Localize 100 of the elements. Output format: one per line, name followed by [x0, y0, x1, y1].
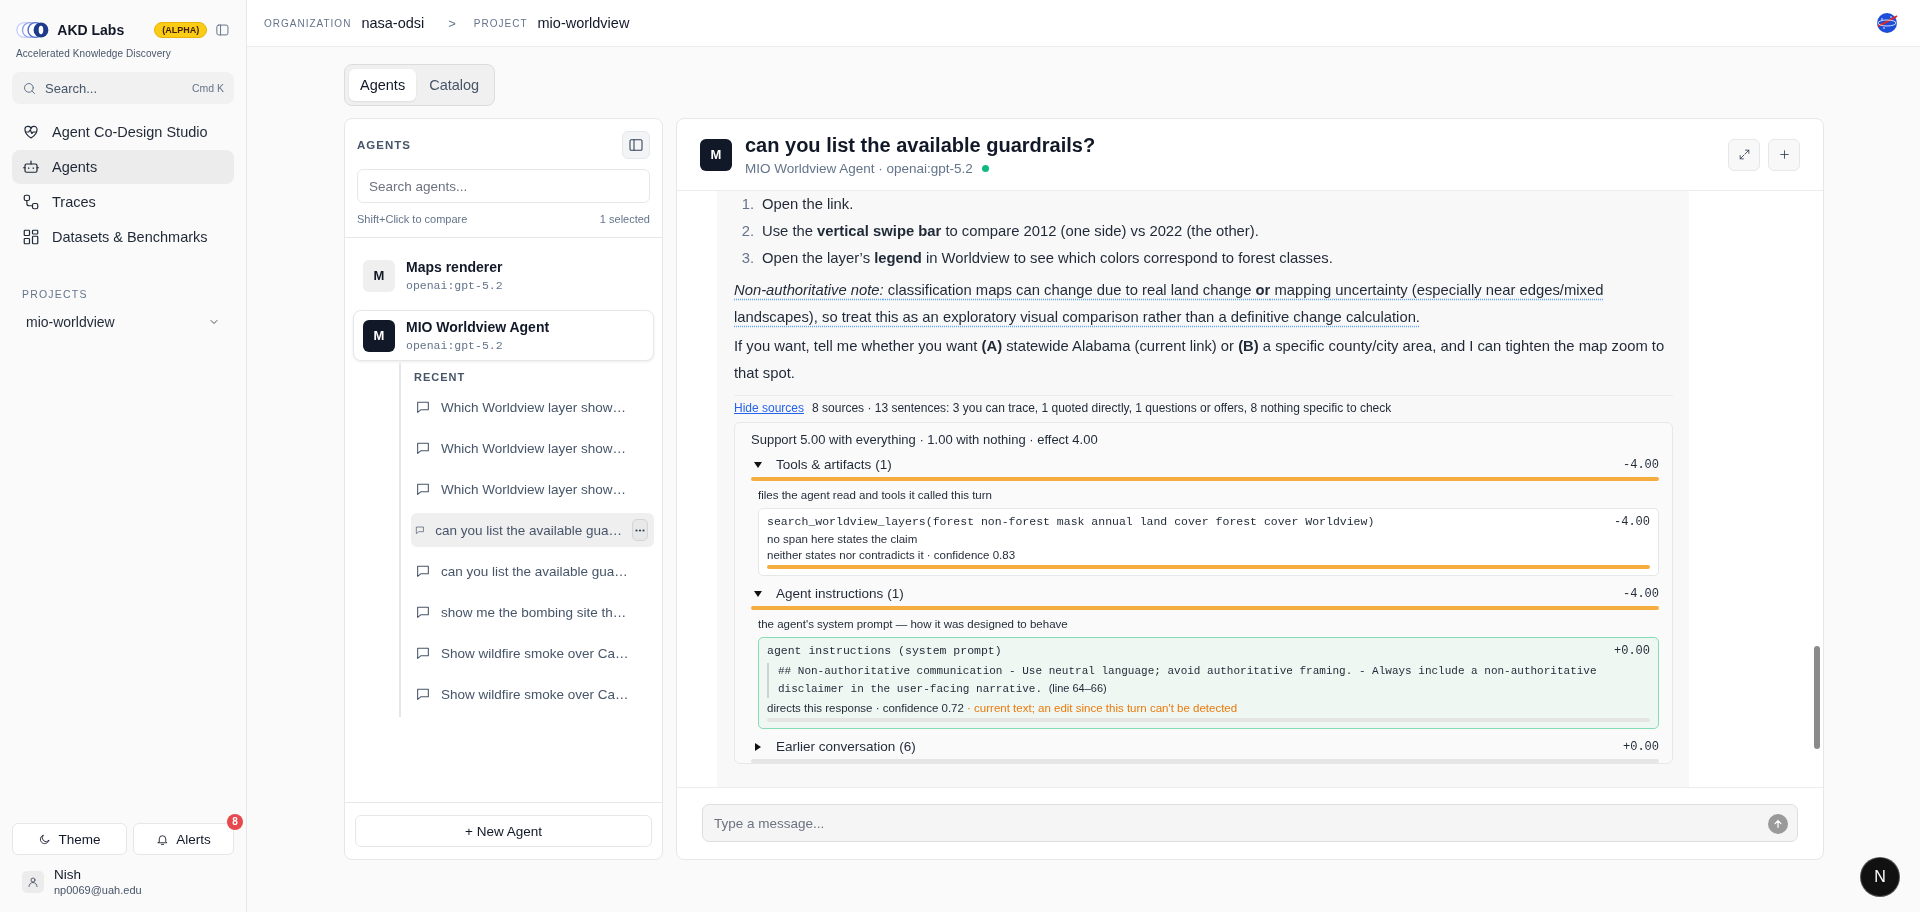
sidebar-panel-icon — [628, 137, 644, 153]
group-count: (6) — [899, 739, 916, 754]
search-field[interactable]: Search agents... — [357, 169, 650, 203]
moon-icon — [38, 832, 52, 846]
conversation-item[interactable]: Show wildfire smoke over Ca… — [411, 636, 654, 670]
agent-card[interactable]: M MIO Worldview Agent openai:gpt-5.2 — [353, 310, 654, 361]
section-heading: RECENT — [414, 371, 467, 383]
bell-icon — [156, 832, 170, 846]
brand-tagline: Accelerated Knowledge Discovery — [15, 47, 172, 59]
message-input[interactable]: Type a message... — [702, 804, 1798, 842]
caret-icon[interactable] — [754, 460, 762, 469]
group-title[interactable]: Agent instructions — [776, 586, 884, 601]
nav-item[interactable]: Agents — [12, 150, 234, 184]
score: -4.00 — [1614, 515, 1650, 529]
chat-bubble-icon — [415, 604, 431, 620]
section-heading: PROJECTS — [22, 288, 89, 300]
conversation-subtitle: MIO Worldview Agent · openai:gpt-5.2 — [745, 160, 973, 176]
user-avatar — [22, 870, 44, 893]
source-signature: agent instructions (system prompt) — [767, 644, 1002, 658]
group-title[interactable]: Tools & artifacts — [776, 457, 872, 472]
score: -4.00 — [1623, 457, 1659, 472]
agent-name: MIO Worldview Agent — [406, 319, 550, 335]
group-title[interactable]: Earlier conversation — [776, 739, 896, 754]
conversation-item[interactable]: can you list the available gua… — [411, 513, 654, 547]
theme-button[interactable]: Theme — [12, 823, 127, 855]
conversation-item[interactable]: Which Worldview layer show… — [411, 472, 654, 506]
agent-name: Maps renderer — [406, 259, 503, 275]
list-number: 3. — [740, 249, 754, 268]
hide-sources-link[interactable]: Hide sources — [734, 401, 805, 415]
chat-bubble-icon — [415, 399, 431, 415]
agent-card[interactable]: M Maps renderer openai:gpt-5.2 — [353, 250, 654, 301]
conversation-item[interactable]: Which Worldview layer show… — [411, 390, 654, 424]
note-text: Non-authoritative note: classification maps can change due to real land change or mapping uncertainty (especially near edges/mixed landscapes), so treat this as an exploratory visual comparison rather than a definitive change calculation. — [734, 282, 1604, 325]
sidebar-toggle-icon[interactable] — [215, 22, 230, 38]
conversation-title: can you list the available guardrails? — [745, 133, 1096, 157]
user-email: np0069@uah.edu — [54, 884, 142, 896]
chat-bubble-icon — [415, 686, 431, 702]
group-description: files the agent read and tools it called this turn — [758, 489, 993, 501]
dev-badge[interactable]: N — [1861, 858, 1899, 896]
grid-icon — [22, 228, 40, 246]
new-agent-button[interactable]: + New Agent — [355, 815, 652, 847]
list-text: Use the vertical swipe bar to compare 2012 (one side) vs 2022 (the other). — [762, 222, 1259, 241]
agent-model: openai:gpt-5.2 — [406, 279, 503, 292]
more-icon[interactable] — [632, 519, 648, 541]
arrow-up-icon — [1773, 819, 1783, 829]
sources-summary: 8 sources · 13 sentences: 3 you can trace, 1 quoted directly, 1 questions or offers, 8 nothing specific to check — [812, 401, 1392, 415]
nav-item[interactable]: Traces — [12, 185, 234, 219]
score: +0.00 — [1623, 739, 1659, 754]
search-icon — [22, 81, 37, 96]
breadcrumb-separator: > — [448, 15, 456, 31]
caret-icon[interactable] — [754, 589, 762, 598]
source-detail: directs this response · confidence 0.72 — [767, 702, 964, 714]
brand-name: AKD Labs — [57, 22, 125, 38]
expand-icon — [1737, 148, 1751, 161]
emblem-icon — [1876, 12, 1898, 34]
conversation-item[interactable]: Which Worldview layer show… — [411, 431, 654, 465]
breadcrumb-label: PROJECT — [473, 17, 528, 29]
alpha-badge: (ALPHA) — [154, 22, 208, 38]
breadcrumb-label: ORGANIZATION — [264, 17, 352, 29]
conversation-item[interactable]: can you list the available gua… — [411, 554, 654, 588]
source-detail: neither states nor contradicts it · confidence 0.83 — [767, 549, 1017, 561]
project-selector[interactable]: mio-worldview — [12, 306, 234, 338]
heart-pulse-icon — [22, 123, 40, 141]
shortcut-hint: Cmd K — [191, 82, 224, 94]
compare-hint: Shift+Click to compare — [357, 213, 468, 225]
conversation-item[interactable]: Show wildfire smoke over Ca… — [411, 677, 654, 711]
message-text: If you want, tell me whether you want (A) statewide Alabama (current link) or (B) a specific county/city area, and I can tighten the map zoom to that spot. — [734, 337, 1666, 383]
list-text: Open the layer’s legend in Worldview to see which colors correspond to forest classes. — [762, 249, 1333, 268]
selection-count: 1 selected — [599, 213, 650, 225]
score: -4.00 — [1623, 586, 1659, 601]
scrollbar[interactable] — [1814, 646, 1820, 749]
list-text: Open the link. — [762, 195, 854, 214]
view-tab[interactable]: Catalog — [418, 69, 491, 101]
source-signature: search_worldview_layers(forest non-forest mask annual land cover forest cover Worldview) — [767, 515, 1375, 529]
linked-squares-icon — [22, 193, 40, 211]
breadcrumb-link[interactable]: nasa-odsi — [361, 15, 425, 31]
chat-bubble-icon — [415, 440, 431, 456]
panel-toggle-button[interactable] — [622, 131, 650, 159]
agent-avatar: M — [363, 319, 395, 352]
user-name: Nish — [54, 867, 82, 882]
panel-heading: AGENTS — [357, 139, 411, 151]
source-detail: no span here states the claim — [767, 533, 919, 545]
nav-item[interactable]: Agent Co-Design Studio — [12, 115, 234, 149]
robot-icon — [22, 158, 40, 176]
plus-icon — [1777, 148, 1791, 161]
breadcrumb-link[interactable]: mio-worldview — [537, 15, 630, 31]
group-count: (1) — [887, 586, 904, 601]
warning-text: · current text; an edit since this turn can't be detected — [967, 702, 1238, 714]
agent-avatar: M — [363, 259, 395, 292]
caret-icon[interactable] — [754, 742, 762, 751]
chat-bubble-icon — [415, 481, 431, 497]
chat-bubble-icon — [415, 645, 431, 661]
view-tab[interactable]: Agents — [349, 69, 417, 101]
logo-icon — [16, 21, 50, 39]
agent-model: openai:gpt-5.2 — [406, 339, 504, 352]
nav-item[interactable]: Datasets & Benchmarks — [12, 220, 234, 254]
group-count: (1) — [875, 457, 892, 472]
conversation-item[interactable]: show me the bombing site th… — [411, 595, 654, 629]
agent-avatar: M — [700, 138, 732, 171]
support-summary: Support 5.00 with everything · 1.00 with nothing · effect 4.00 — [751, 432, 1099, 447]
